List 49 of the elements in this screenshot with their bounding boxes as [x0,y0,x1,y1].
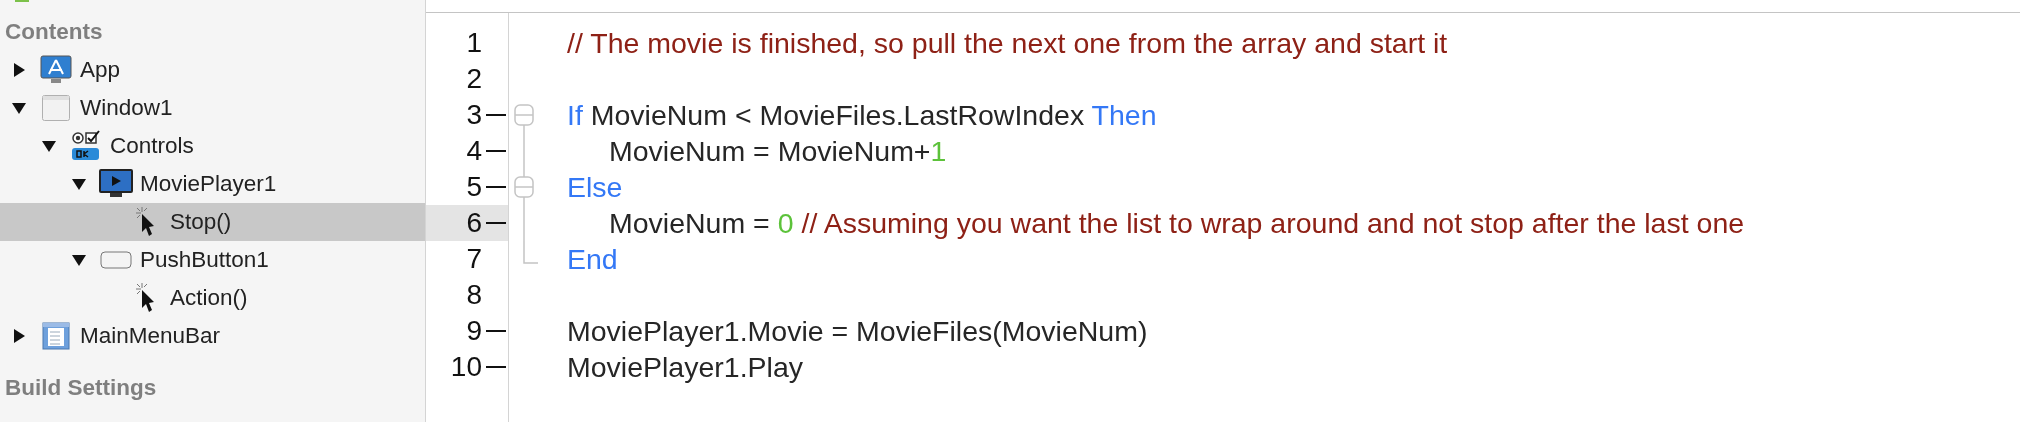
selected-row-highlight[interactable]: Stop() [0,203,425,241]
line-number: 3 [466,99,482,131]
line-number: 2 [466,63,482,95]
breakpoint-marker[interactable] [486,114,506,116]
line-number: 10 [450,351,482,383]
tree-item-label[interactable]: Stop() [170,209,232,235]
breakpoint-marker[interactable] [486,330,506,332]
collapse-triangle-icon[interactable] [41,138,57,154]
controls-icon [71,130,101,162]
window-icon [41,94,71,122]
tree-item-label[interactable]: MoviePlayer1 [140,171,277,197]
line-number: 4 [466,135,482,167]
menu-window-icon [42,322,70,350]
code-line: End [567,242,618,276]
cursor-click-icon [135,206,157,238]
tree-item-label[interactable]: Window1 [80,95,173,121]
line-number: 5 [466,171,482,203]
code-line: If MovieNum < MovieFiles.LastRowIndex Then [567,98,1157,132]
tree-item-label[interactable]: Controls [110,133,194,159]
cursor-click-icon [135,282,157,314]
breakpoint-marker[interactable] [486,150,506,152]
play-screen-icon [99,169,133,199]
code-line: // The movie is finished, so pull the next one from the array and start it [567,26,1448,60]
expand-triangle-icon[interactable] [11,62,27,78]
collapse-triangle-icon[interactable] [11,100,27,116]
line-number: 7 [466,243,482,275]
line-number: 8 [466,279,482,311]
breakpoint-marker[interactable] [486,366,506,368]
code-line: MoviePlayer1.Movie = MovieFiles(MovieNum) [567,314,1148,348]
code-line: MovieNum = 0 // Assuming you want the list to wrap around and not stop after the last one [609,206,1745,240]
push-button-icon [100,250,132,270]
tree-item-label[interactable]: App [80,57,121,83]
collapse-triangle-icon[interactable] [71,252,87,268]
tree-item-label[interactable]: Action() [170,285,248,311]
code-line: MovieNum = MovieNum+1 [609,134,947,168]
collapse-triangle-icon[interactable] [71,176,87,192]
app-store-monitor-icon [40,55,72,85]
breakpoint-marker[interactable] [486,186,506,188]
section-header: Build Settings [4,375,158,401]
section-header: Contents [4,19,104,45]
code-line: MoviePlayer1.Play [567,350,803,384]
code-line: Else [567,170,623,204]
breakpoint-marker[interactable] [486,222,506,224]
tree-item-label[interactable]: PushButton1 [140,247,269,273]
line-number: 6 [466,207,482,239]
line-number: 1 [466,27,482,59]
line-number: 9 [466,315,482,347]
tree-item-label[interactable]: MainMenuBar [80,323,221,349]
expand-triangle-icon[interactable] [11,328,27,344]
